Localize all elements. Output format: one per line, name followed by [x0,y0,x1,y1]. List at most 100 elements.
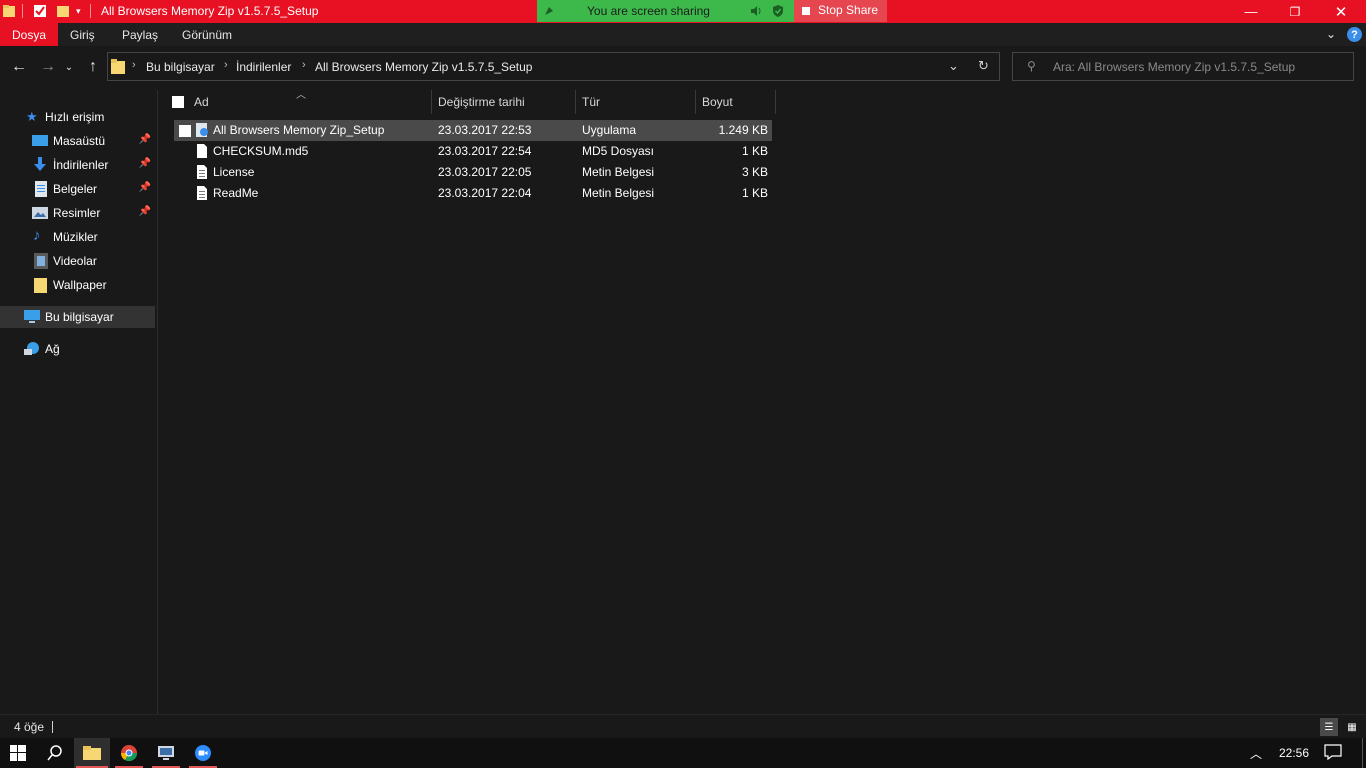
row-checkbox[interactable] [179,125,191,137]
file-explorer-taskbar-button[interactable] [74,738,110,768]
file-date: 23.03.2017 22:54 [438,144,532,158]
tab-home[interactable]: Giriş [58,23,107,46]
sidebar-item-wallpaper[interactable]: Wallpaper [0,274,155,296]
qa-dropdown-icon[interactable]: ▾ [76,6,81,17]
notification-icon [1324,744,1342,761]
screen-share-banner[interactable]: You are screen sharing [537,0,794,22]
file-type: Metin Belgesi [582,186,655,200]
pane-splitter[interactable] [157,90,158,714]
file-size: 1.249 KB [718,123,768,137]
column-header-date[interactable]: Değiştirme tarihi [432,90,576,114]
file-row[interactable]: CHECKSUM.md5 23.03.2017 22:54 MD5 Dosyas… [174,141,772,162]
file-date: 23.03.2017 22:04 [438,186,532,200]
details-view-icon: ☰ [1324,721,1334,733]
folder-icon [111,59,125,74]
pictures-icon [32,207,48,219]
start-button[interactable] [0,738,36,768]
file-row[interactable]: ReadMe 23.03.2017 22:04 Metin Belgesi 1 … [174,183,772,204]
up-button[interactable]: ↑ [82,56,104,78]
back-button[interactable]: ← [8,56,30,78]
details-view-button[interactable]: ☰ [1320,718,1338,736]
file-size: 3 KB [741,165,768,179]
search-box[interactable]: ⚲ Ara: All Browsers Memory Zip v1.5.7.5_… [1012,52,1354,81]
close-button[interactable]: ✕ [1318,0,1364,23]
chevron-right-icon: › [302,59,306,71]
file-date: 23.03.2017 22:05 [438,165,532,179]
show-desktop-button[interactable] [1362,738,1363,768]
file-type: Metin Belgesi [582,165,655,179]
large-icons-view-button[interactable]: ▦ [1343,718,1361,736]
file-type: Uygulama [582,123,637,137]
screen-share-text: You are screen sharing [587,4,710,18]
address-bar[interactable]: › Bu bilgisayar › İndirilenler › All Bro… [107,52,1000,81]
qa-divider [90,4,91,18]
tab-share[interactable]: Paylaş [110,23,170,46]
remote-app-taskbar-button[interactable] [148,738,184,768]
zoom-taskbar-button[interactable] [185,738,221,768]
sidebar-item-desktop[interactable]: Masaüstü 📌 [0,130,155,152]
file-row[interactable]: All Browsers Memory Zip_Setup 23.03.2017… [174,120,772,141]
tab-view[interactable]: Görünüm [170,23,244,46]
sidebar-item-label: Masaüstü [53,134,106,148]
sidebar-item-label: İndirilenler [53,158,109,172]
select-all-checkbox[interactable] [172,96,184,108]
stop-icon [802,7,810,15]
clock[interactable]: 22:56 [1279,746,1309,760]
maximize-button[interactable]: ❐ [1272,0,1318,23]
column-header-size[interactable]: Boyut [696,90,776,114]
speaker-icon[interactable] [750,5,762,17]
sidebar-item-label: Videolar [53,254,97,268]
sidebar-item-documents[interactable]: Belgeler 📌 [0,178,155,200]
properties-icon[interactable] [34,4,46,18]
monitor-icon [158,746,174,760]
tab-file[interactable]: Dosya [0,23,59,46]
refresh-icon[interactable]: ↻ [978,58,989,74]
sidebar-item-pictures[interactable]: Resimler 📌 [0,202,155,224]
file-name: All Browsers Memory Zip_Setup [213,123,385,137]
file-type: MD5 Dosyası [582,144,655,158]
help-icon[interactable]: ? [1347,27,1362,42]
sidebar-item-music[interactable]: ♪ Müzikler [0,226,155,248]
zoom-icon [195,745,211,761]
minimize-button[interactable]: — [1228,0,1274,23]
close-icon: ✕ [1334,3,1348,21]
large-icons-view-icon: ▦ [1347,721,1357,733]
show-hidden-icons-button[interactable]: ︿ [1250,745,1262,762]
sidebar-item-this-pc[interactable]: Bu bilgisayar [0,306,155,328]
chevron-right-icon: › [224,59,228,71]
forward-button[interactable]: → [37,56,59,78]
sidebar-item-label: Hızlı erişim [45,110,105,124]
recent-locations-button[interactable]: ⌄ [62,56,76,78]
address-history-dropdown[interactable]: ⌄ [948,58,959,74]
search-taskbar-button[interactable] [37,738,73,768]
up-arrow-icon: ↑ [89,58,97,75]
new-folder-icon[interactable] [57,4,69,18]
breadcrumb-downloads[interactable]: İndirilenler [236,60,291,74]
notifications-button[interactable] [1324,744,1342,763]
file-date: 23.03.2017 22:53 [438,123,532,137]
text-file-icon [197,165,207,179]
network-icon [24,342,39,355]
column-header-name[interactable]: Ad [188,90,432,114]
window-title: All Browsers Memory Zip v1.5.7.5_Setup [101,4,319,18]
navigation-bar: ← → ⌄ ↑ › Bu bilgisayar › İndirilenler ›… [0,46,1366,90]
sidebar-item-downloads[interactable]: İndirilenler 📌 [0,154,155,176]
column-header-type[interactable]: Tür [576,90,696,114]
sidebar-item-label: Müzikler [53,230,98,244]
sidebar-item-videos[interactable]: Videolar [0,250,155,272]
folder-icon [34,278,47,293]
sidebar-item-network[interactable]: Ağ [0,338,155,360]
breadcrumb-this-pc[interactable]: Bu bilgisayar [146,60,215,74]
sidebar-item-quick-access[interactable]: ★ Hızlı erişim [0,106,155,128]
windows-icon [10,745,26,761]
back-arrow-icon: ← [11,58,27,75]
stop-share-button[interactable]: Stop Share [794,0,887,22]
ribbon-tabs: Dosya Giriş Paylaş Görünüm ⌄ ? [0,23,1366,46]
installer-icon [196,123,208,137]
chrome-taskbar-button[interactable] [111,738,147,768]
music-icon: ♪ [33,227,41,244]
ribbon-expand-icon[interactable]: ⌄ [1326,27,1336,41]
breadcrumb-current-folder[interactable]: All Browsers Memory Zip v1.5.7.5_Setup [315,60,532,74]
file-row[interactable]: License 23.03.2017 22:05 Metin Belgesi 3… [174,162,772,183]
item-count: 4 öğe [14,720,45,734]
